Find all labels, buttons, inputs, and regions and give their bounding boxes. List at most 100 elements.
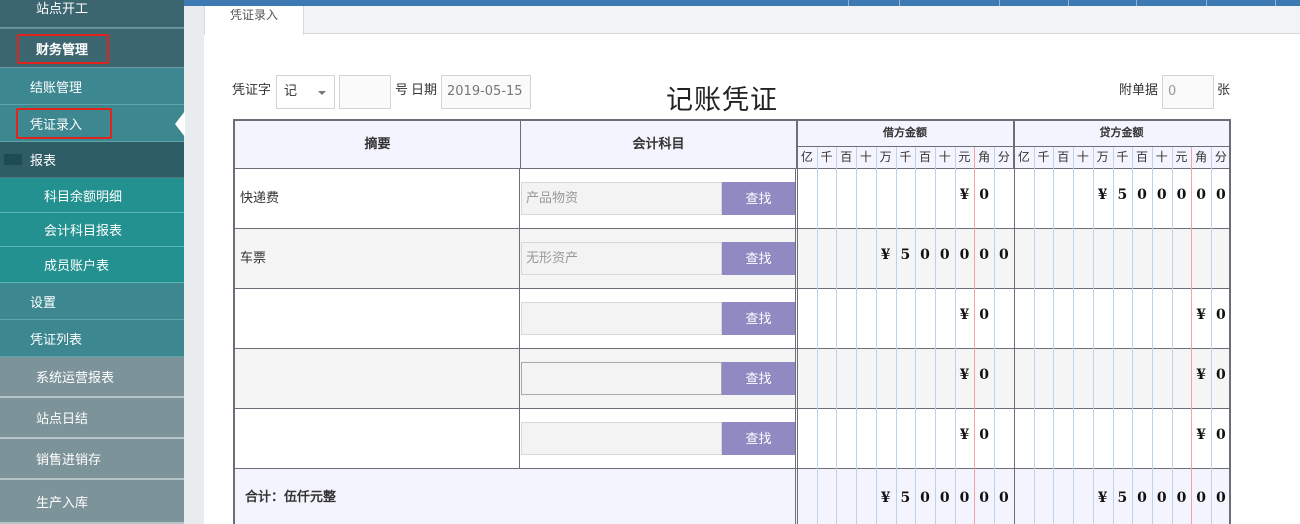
summary-cell[interactable] xyxy=(235,349,520,408)
credit-digit xyxy=(1113,247,1133,269)
total-debit-digit: 0 xyxy=(959,490,970,506)
total-credit-digit xyxy=(1014,490,1034,512)
sidebar-item-label: 成员账户表 xyxy=(44,259,110,274)
sidebar-item-label: 生产入库 xyxy=(36,495,89,511)
total-credit-digit xyxy=(1073,490,1093,512)
summary-cell[interactable]: 快递费 xyxy=(235,169,520,228)
total-credit-digit: 0 xyxy=(1137,490,1147,506)
header-summary: 摘要 xyxy=(235,121,521,168)
sidebar-item-settings[interactable]: 设置 xyxy=(0,283,184,320)
unit-label: 元 xyxy=(1175,150,1188,164)
credit-digit: 0 xyxy=(1215,427,1226,443)
unit-label: 十 xyxy=(1076,150,1089,164)
voucher-no-label: 号 xyxy=(395,83,409,98)
sidebar-item-subject-balance[interactable]: 科目余额明细 xyxy=(0,178,184,213)
credit-digit xyxy=(1132,427,1152,449)
find-button[interactable]: 查找 xyxy=(722,302,795,335)
account-input[interactable]: 无形资产 xyxy=(521,242,722,275)
total-credit-digit: 0 xyxy=(1176,490,1187,506)
debit-digit xyxy=(876,427,896,449)
credit-digit: ¥ xyxy=(1196,367,1207,383)
sidebar-item-production-in[interactable]: 生产入库 xyxy=(0,480,184,524)
debit-digit: 0 xyxy=(998,247,1009,263)
credit-digit xyxy=(1014,187,1034,209)
total-label: 合计：伍仟元整 xyxy=(235,469,796,524)
account-input[interactable] xyxy=(521,422,722,455)
voucher-word-select[interactable]: 记 xyxy=(276,75,335,109)
summary-cell[interactable] xyxy=(235,409,520,468)
credit-digit xyxy=(1191,247,1211,269)
summary-cell[interactable] xyxy=(235,289,520,348)
date-input[interactable]: 2019-05-15 xyxy=(441,75,531,109)
debit-digit xyxy=(797,367,817,389)
unit-label: 十 xyxy=(938,150,951,164)
account-input[interactable]: 产品物资 xyxy=(521,182,722,215)
find-button[interactable]: 查找 xyxy=(722,242,795,275)
debit-digit xyxy=(915,427,935,449)
sidebar-item-account-report[interactable]: 会计科目报表 xyxy=(0,213,184,247)
debit-digit xyxy=(876,367,896,389)
credit-digit xyxy=(1034,247,1054,269)
find-button[interactable]: 查找 xyxy=(722,182,795,215)
account-cell: 查找 xyxy=(520,349,796,408)
credit-digit xyxy=(1014,367,1034,389)
debit-digit xyxy=(994,367,1014,389)
sidebar-item-daily-close[interactable]: 站点日结 xyxy=(0,398,184,439)
summary-cell[interactable]: 车票 xyxy=(235,229,520,288)
sidebar-item-label: 科目余额明细 xyxy=(44,189,123,205)
voucher-number-input[interactable] xyxy=(339,75,391,109)
debit-digit xyxy=(856,367,876,389)
date-label: 日期 xyxy=(411,83,438,98)
tab-voucher-entry[interactable]: 凭证录入 xyxy=(204,6,304,35)
attachment-count-input[interactable]: 0 xyxy=(1162,75,1214,109)
credit-digit xyxy=(1014,247,1034,269)
unit-label: 角 xyxy=(1195,150,1208,164)
unit-label: 千 xyxy=(1037,150,1050,164)
credit-digit xyxy=(1093,427,1113,449)
unit-label: 十 xyxy=(859,150,872,164)
sidebar-item-reports[interactable]: 报表 xyxy=(0,142,184,178)
credit-digit: 0 xyxy=(1215,187,1226,203)
total-row: 合计：伍仟元整 ¥5 0 0 0 0 0 ¥5 0 0 0 0 0 xyxy=(235,468,1229,524)
credit-digit: 0 xyxy=(1156,187,1167,203)
debit-digit xyxy=(935,307,955,329)
account-input[interactable] xyxy=(521,362,722,395)
debit-digit: 0 xyxy=(979,367,990,383)
sidebar-item-sales-inventory[interactable]: 销售进销存 xyxy=(0,439,184,480)
total-debit-digit: 0 xyxy=(920,490,930,506)
sidebar-item-member-accounts[interactable]: 成员账户表 xyxy=(0,247,184,283)
sidebar-item-label: 报表 xyxy=(30,154,57,169)
unit-label: 百 xyxy=(1057,150,1070,164)
unit-label: 亿 xyxy=(800,150,813,164)
debit-digit xyxy=(896,187,916,209)
credit-digit xyxy=(1093,307,1113,329)
credit-digit xyxy=(1053,427,1073,449)
credit-digit xyxy=(1172,247,1192,269)
credit-digit xyxy=(1073,427,1093,449)
credit-digit xyxy=(1053,307,1073,329)
credit-digit xyxy=(1172,367,1192,389)
page-title: 记账凭证 xyxy=(666,85,778,116)
voucher-word-label: 凭证字 xyxy=(232,83,272,98)
total-debit-digit: ¥ xyxy=(880,490,891,506)
sidebar-item-label: 站点日结 xyxy=(36,412,89,427)
sidebar-item-closing[interactable]: 结账管理 xyxy=(0,68,184,105)
debit-digit xyxy=(994,307,1014,329)
account-cell: 产品物资 查找 xyxy=(520,169,796,228)
debit-digit: ¥ xyxy=(959,187,970,203)
sidebar-item-ops-report[interactable]: 系统运营报表 xyxy=(0,357,184,398)
attachment-unit: 张 xyxy=(1217,83,1231,98)
credit-digit xyxy=(1034,427,1054,449)
sidebar-item-voucher-list[interactable]: 凭证列表 xyxy=(0,320,184,357)
account-input[interactable] xyxy=(521,302,722,335)
unit-label: 千 xyxy=(820,150,833,164)
credit-digit: 0 xyxy=(1215,307,1226,323)
sidebar-item-label: 凭证列表 xyxy=(30,332,83,348)
credit-digit: 0 xyxy=(1196,187,1207,203)
find-button[interactable]: 查找 xyxy=(722,422,795,455)
find-button[interactable]: 查找 xyxy=(722,362,795,395)
sidebar-item-site-start[interactable]: 站点开工 xyxy=(0,0,184,28)
debit-digit xyxy=(797,427,817,449)
debit-digit xyxy=(876,307,896,329)
credit-digit xyxy=(1053,367,1073,389)
